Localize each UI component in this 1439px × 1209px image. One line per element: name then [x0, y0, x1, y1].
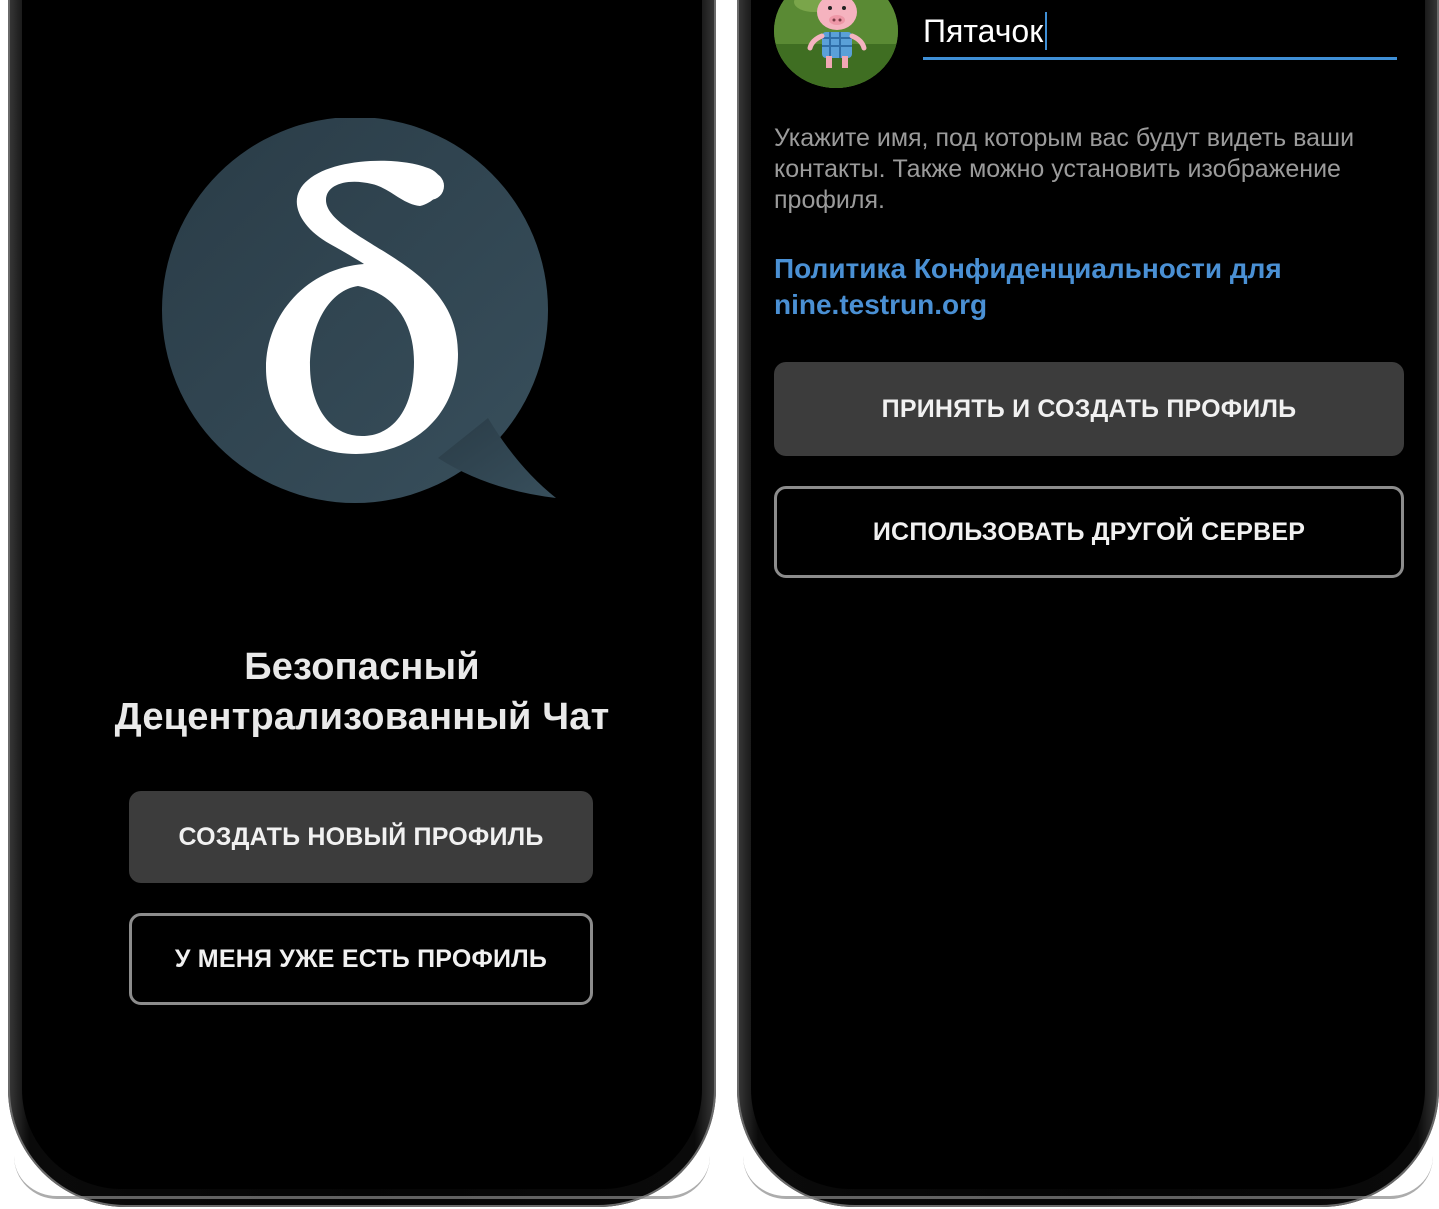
- use-other-server-button[interactable]: ИСПОЛЬЗОВАТЬ ДРУГОЙ СЕРВЕР: [774, 486, 1404, 578]
- phone-frame-right: Пятачок Укажите имя, под которым вас буд…: [737, 0, 1439, 1207]
- display-name-input[interactable]: Пятачок: [923, 4, 1397, 60]
- accept-create-profile-label: ПРИНЯТЬ И СОЗДАТЬ ПРОФИЛЬ: [881, 394, 1297, 423]
- profile-hint-text: Укажите имя, под которым вас будут видет…: [774, 124, 1355, 214]
- privacy-policy-link[interactable]: Политика Конфиденциальности для nine.tes…: [774, 251, 1374, 323]
- welcome-title: Безопасный Децентрализованный Чат: [22, 642, 702, 742]
- display-name-value: Пятачок: [923, 12, 1044, 49]
- delta-chat-bubble-icon: [158, 117, 568, 528]
- profile-setup-screen: Пятачок Укажите имя, под которым вас буд…: [751, 0, 1425, 1189]
- existing-profile-label: У МЕНЯ УЖЕ ЕСТЬ ПРОФИЛЬ: [174, 944, 548, 973]
- piglet-avatar-icon[interactable]: [774, 0, 898, 88]
- create-profile-button[interactable]: СОЗДАТЬ НОВЫЙ ПРОФИЛЬ: [129, 791, 593, 883]
- accept-create-profile-button[interactable]: ПРИНЯТЬ И СОЗДАТЬ ПРОФИЛЬ: [774, 362, 1404, 456]
- create-profile-label: СОЗДАТЬ НОВЫЙ ПРОФИЛЬ: [178, 822, 544, 851]
- welcome-title-line1: Безопасный: [244, 646, 480, 688]
- welcome-screen: Безопасный Децентрализованный Чат СОЗДАТ…: [22, 0, 702, 1189]
- text-caret: [1045, 11, 1048, 50]
- phone-frame-left: Безопасный Децентрализованный Чат СОЗДАТ…: [8, 0, 716, 1207]
- welcome-title-line2: Децентрализованный Чат: [114, 696, 610, 738]
- use-other-server-label: ИСПОЛЬЗОВАТЬ ДРУГОЙ СЕРВЕР: [872, 517, 1306, 546]
- app-showcase: Безопасный Децентрализованный Чат СОЗДАТ…: [0, 0, 1439, 1209]
- existing-profile-button[interactable]: У МЕНЯ УЖЕ ЕСТЬ ПРОФИЛЬ: [129, 913, 593, 1005]
